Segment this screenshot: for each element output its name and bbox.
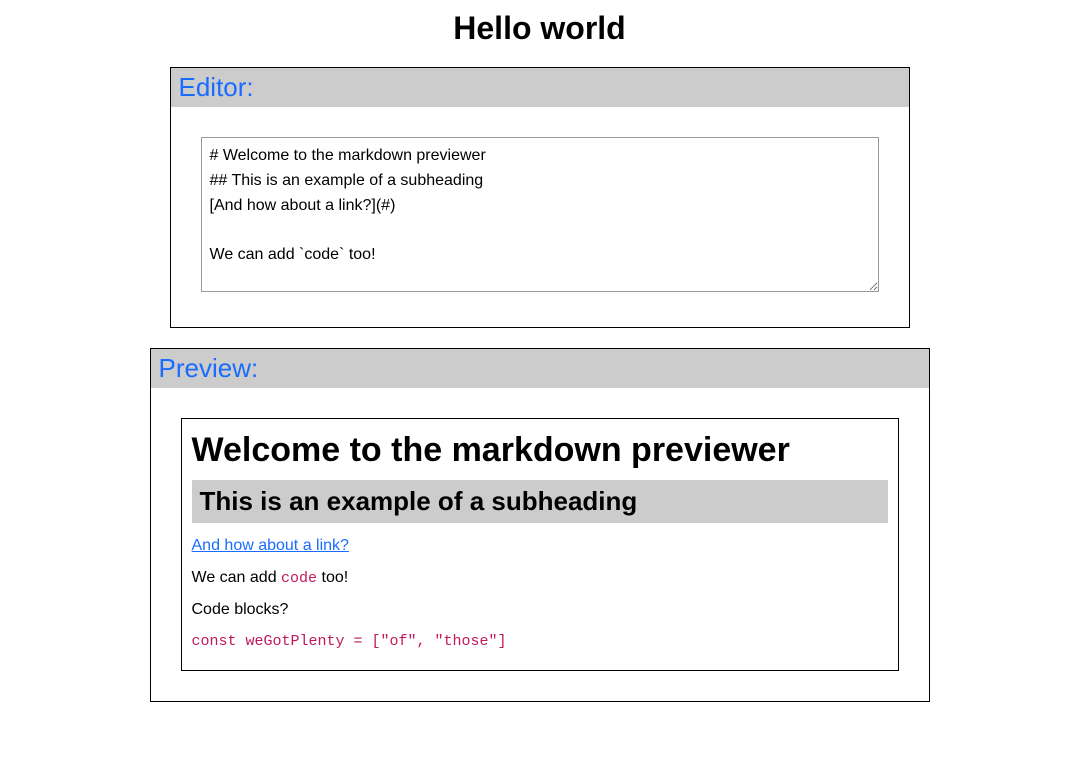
- editor-panel: Editor:: [170, 67, 910, 328]
- preview-p1-post: too!: [317, 569, 348, 586]
- preview-link[interactable]: And how about a link?: [192, 537, 349, 554]
- preview-panel: Preview: Welcome to the markdown preview…: [150, 348, 930, 702]
- preview-paragraph-2: Code blocks?: [192, 601, 888, 619]
- preview-body: Welcome to the markdown previewer This i…: [151, 388, 929, 701]
- preview-h1: Welcome to the markdown previewer: [192, 431, 888, 470]
- preview-content: Welcome to the markdown previewer This i…: [181, 418, 899, 671]
- preview-paragraph-code: We can add code too!: [192, 569, 888, 587]
- preview-h2: This is an example of a subheading: [192, 480, 888, 523]
- preview-header-label: Preview:: [159, 353, 921, 384]
- page-title: Hello world: [0, 10, 1079, 47]
- preview-header: Preview:: [151, 349, 929, 388]
- preview-p1-pre: We can add: [192, 569, 282, 586]
- editor-body: [171, 107, 909, 327]
- editor-header: Editor:: [171, 68, 909, 107]
- editor-header-label: Editor:: [179, 72, 901, 103]
- preview-inline-code: code: [281, 570, 317, 587]
- preview-codeblock-code: const weGotPlenty = ["of", "those"]: [192, 633, 507, 650]
- editor-input[interactable]: [201, 137, 879, 292]
- preview-codeblock: const weGotPlenty = ["of", "those"]: [192, 633, 888, 650]
